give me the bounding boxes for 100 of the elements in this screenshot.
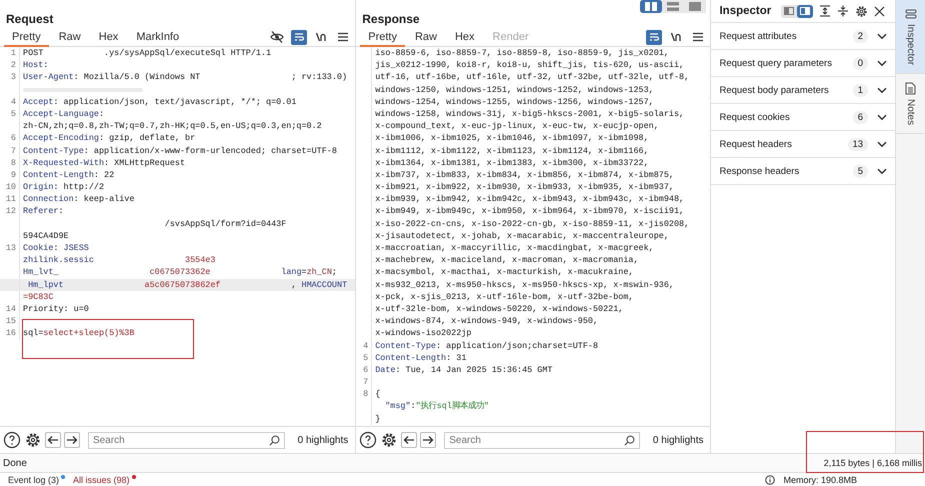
bottom-tab[interactable]: Event log (3) bbox=[8, 474, 66, 484]
panel-icon bbox=[784, 7, 794, 15]
highlights-count: 0 highlights bbox=[652, 434, 704, 446]
code-line: Hm_lvt_ c0675073362e lang=zh_CN; bbox=[23, 266, 337, 279]
line-number: 4 bbox=[363, 340, 368, 350]
inspector-section[interactable]: Request headers 13 bbox=[711, 131, 896, 158]
code-line: sql=select+sleep(5)%3B bbox=[23, 327, 134, 340]
code-line: Hm_lpvt a5c0675073862ef , HMACCOUNT bbox=[27, 278, 348, 291]
code-line: jis_x0212-1990, koi8-r, koi8-u, shift_jis, tis-620, us-ascii, bbox=[375, 59, 684, 72]
line-number: 12 bbox=[6, 206, 16, 216]
section-label: Request cookies bbox=[719, 112, 791, 122]
menu-icon bbox=[337, 31, 350, 43]
inspector-section[interactable]: Response headers 5 bbox=[711, 158, 896, 185]
code-line: POST .ys/sysAppSql/executeSql HTTP/1.1 bbox=[23, 47, 272, 60]
search-icon bbox=[268, 434, 280, 446]
settings-icon[interactable] bbox=[855, 4, 868, 18]
info-icon bbox=[765, 474, 776, 484]
layout-button[interactable] bbox=[640, 0, 662, 13]
inspector-section[interactable]: Request attributes 2 bbox=[711, 23, 896, 50]
tab[interactable]: MarkInfo bbox=[128, 28, 188, 46]
side-tab[interactable]: Notes bbox=[896, 74, 925, 134]
wrap-icon bbox=[293, 31, 306, 43]
tab[interactable]: Raw bbox=[50, 28, 89, 46]
count-badge: 1 bbox=[852, 84, 868, 96]
code-line: zhilink.sessic 3554e3 bbox=[23, 254, 216, 266]
help-icon[interactable] bbox=[359, 431, 378, 449]
code-line: Accept-Language: bbox=[23, 108, 104, 120]
settings-icon[interactable] bbox=[380, 431, 398, 449]
line-number: 3 bbox=[10, 72, 16, 82]
code-line: X-Requested-With: XMLHttpRequest bbox=[23, 156, 186, 169]
forward-button[interactable] bbox=[420, 432, 436, 448]
code-line: =9C83C bbox=[23, 290, 54, 303]
collapse-icon[interactable] bbox=[837, 5, 850, 17]
code-line: /svsAppSql/form?id=0443F bbox=[164, 218, 286, 230]
tab[interactable]: Raw bbox=[406, 28, 445, 46]
search-field[interactable]: Search bbox=[444, 432, 640, 448]
count-badge: 2 bbox=[852, 30, 868, 42]
help-icon[interactable] bbox=[3, 431, 21, 449]
line-number: 9 bbox=[10, 170, 16, 180]
wrap-toggle[interactable] bbox=[646, 30, 662, 44]
inspector-section[interactable]: Request cookies 6 bbox=[711, 104, 896, 131]
code-line: Accept: application/json, text/javascript, */*; q=0.01 bbox=[23, 96, 296, 108]
panel-title: Request bbox=[6, 12, 54, 28]
code-line: Connection: keep-alive bbox=[23, 193, 134, 206]
code-line: Cookie: JSESS bbox=[23, 242, 89, 254]
code-line: x-pck, x-sjis_0213, x-utf-16le-bom, x-utf-32be-bom, bbox=[375, 290, 634, 303]
wrap-icon bbox=[648, 31, 660, 43]
code-line: x-ibm737, x-ibm833, x-ibm834, x-ibm856, x-ibm874, x-ibm875, bbox=[375, 168, 674, 182]
inspector-section[interactable]: Request query parameters 0 bbox=[711, 50, 896, 77]
section-label: Request query parameters bbox=[719, 58, 833, 68]
status-text: Done bbox=[3, 458, 27, 468]
line-number: 11 bbox=[6, 194, 16, 204]
code-line: Accept-Encoding: gzip, deflate, br bbox=[23, 132, 196, 144]
code-line: x-machebrew, x-maciceland, x-macroman, x-macromania, bbox=[375, 254, 639, 266]
hide-toggle[interactable] bbox=[269, 30, 286, 44]
line-number: 13 bbox=[6, 243, 16, 253]
chevron-down-icon bbox=[877, 60, 888, 66]
code-line: x-ibm1364, x-ibm1381, x-ibm1383, x-ibm300, x-ibm33722, bbox=[375, 156, 649, 169]
menu-icon bbox=[692, 31, 704, 43]
code-line: x-iso-2022-cn-cns, x-iso-2022-cn-gb, x-iso-8859-11, x-jis0208, bbox=[375, 218, 690, 230]
layout-button[interactable] bbox=[797, 4, 814, 18]
line-number: 1 bbox=[10, 48, 16, 58]
code-line: Referer: bbox=[23, 205, 64, 218]
line-number: 4 bbox=[10, 96, 16, 107]
tab[interactable]: Hex bbox=[446, 28, 483, 46]
code-line: Content-Type: application/json;charset=UTF-8 bbox=[375, 340, 598, 352]
close-icon[interactable] bbox=[874, 6, 886, 16]
code-line: iso-8859-6, iso-8859-7, iso-8859-8, iso-8859-9, jis_x0201, bbox=[375, 47, 669, 60]
forward-button[interactable] bbox=[64, 432, 80, 448]
code-line: x-windows-874, x-windows-949, x-windows-950, bbox=[375, 315, 598, 328]
bottom-tab[interactable]: All issues (98) bbox=[73, 474, 136, 484]
section-label: Response headers bbox=[719, 166, 800, 176]
left-arrow-icon bbox=[403, 434, 416, 446]
code-line: User-Agent: Mozilla/5.0 (Windows NT ; rv:133.0) bbox=[23, 71, 348, 84]
side-tab[interactable]: Inspector bbox=[896, 0, 925, 74]
line-number: 15 bbox=[6, 316, 16, 326]
count-badge: 0 bbox=[852, 56, 868, 70]
code-line: x-macsymbol, x-macthai, x-macturkish, x-macukraine, bbox=[375, 266, 634, 279]
code-line: x-ibm921, x-ibm922, x-ibm930, x-ibm933, x-ibm935, x-ibm937, bbox=[375, 181, 674, 194]
expand-icon[interactable] bbox=[819, 5, 832, 17]
right-arrow-icon bbox=[66, 434, 78, 446]
back-button[interactable] bbox=[401, 432, 418, 448]
wrap-toggle[interactable] bbox=[291, 30, 308, 44]
tab[interactable]: Hex bbox=[90, 28, 126, 46]
count-badge: 13 bbox=[848, 138, 868, 150]
count-badge: 5 bbox=[852, 164, 868, 178]
settings-icon[interactable] bbox=[24, 431, 42, 449]
code-line: x-ibm1006, x-ibm1025, x-ibm1046, x-ibm1097, x-ibm1098, bbox=[375, 132, 649, 144]
code-line: Content-Type: application/x-www-form-urlencoded; charset=UTF-8 bbox=[23, 144, 337, 157]
code-line: } bbox=[375, 412, 380, 425]
chevron-down-icon bbox=[877, 168, 888, 174]
line-number: 8 bbox=[363, 389, 368, 400]
back-button[interactable] bbox=[45, 432, 61, 448]
code-line: windows-1250, windows-1251, windows-1252, windows-1253, bbox=[375, 84, 654, 96]
code-line: Priority: u=0 bbox=[23, 302, 89, 316]
search-field[interactable]: Search bbox=[88, 432, 285, 448]
inspector-section[interactable]: Request body parameters 1 bbox=[711, 77, 896, 104]
code-line: x-utf-32le-bom, x-windows-50220, x-windows-50221, bbox=[375, 302, 624, 316]
newline-icon bbox=[315, 31, 328, 43]
code-line: windows-1258, windows-31j, x-big5-hkscs-2001, x-big5-solaris, bbox=[375, 108, 684, 120]
